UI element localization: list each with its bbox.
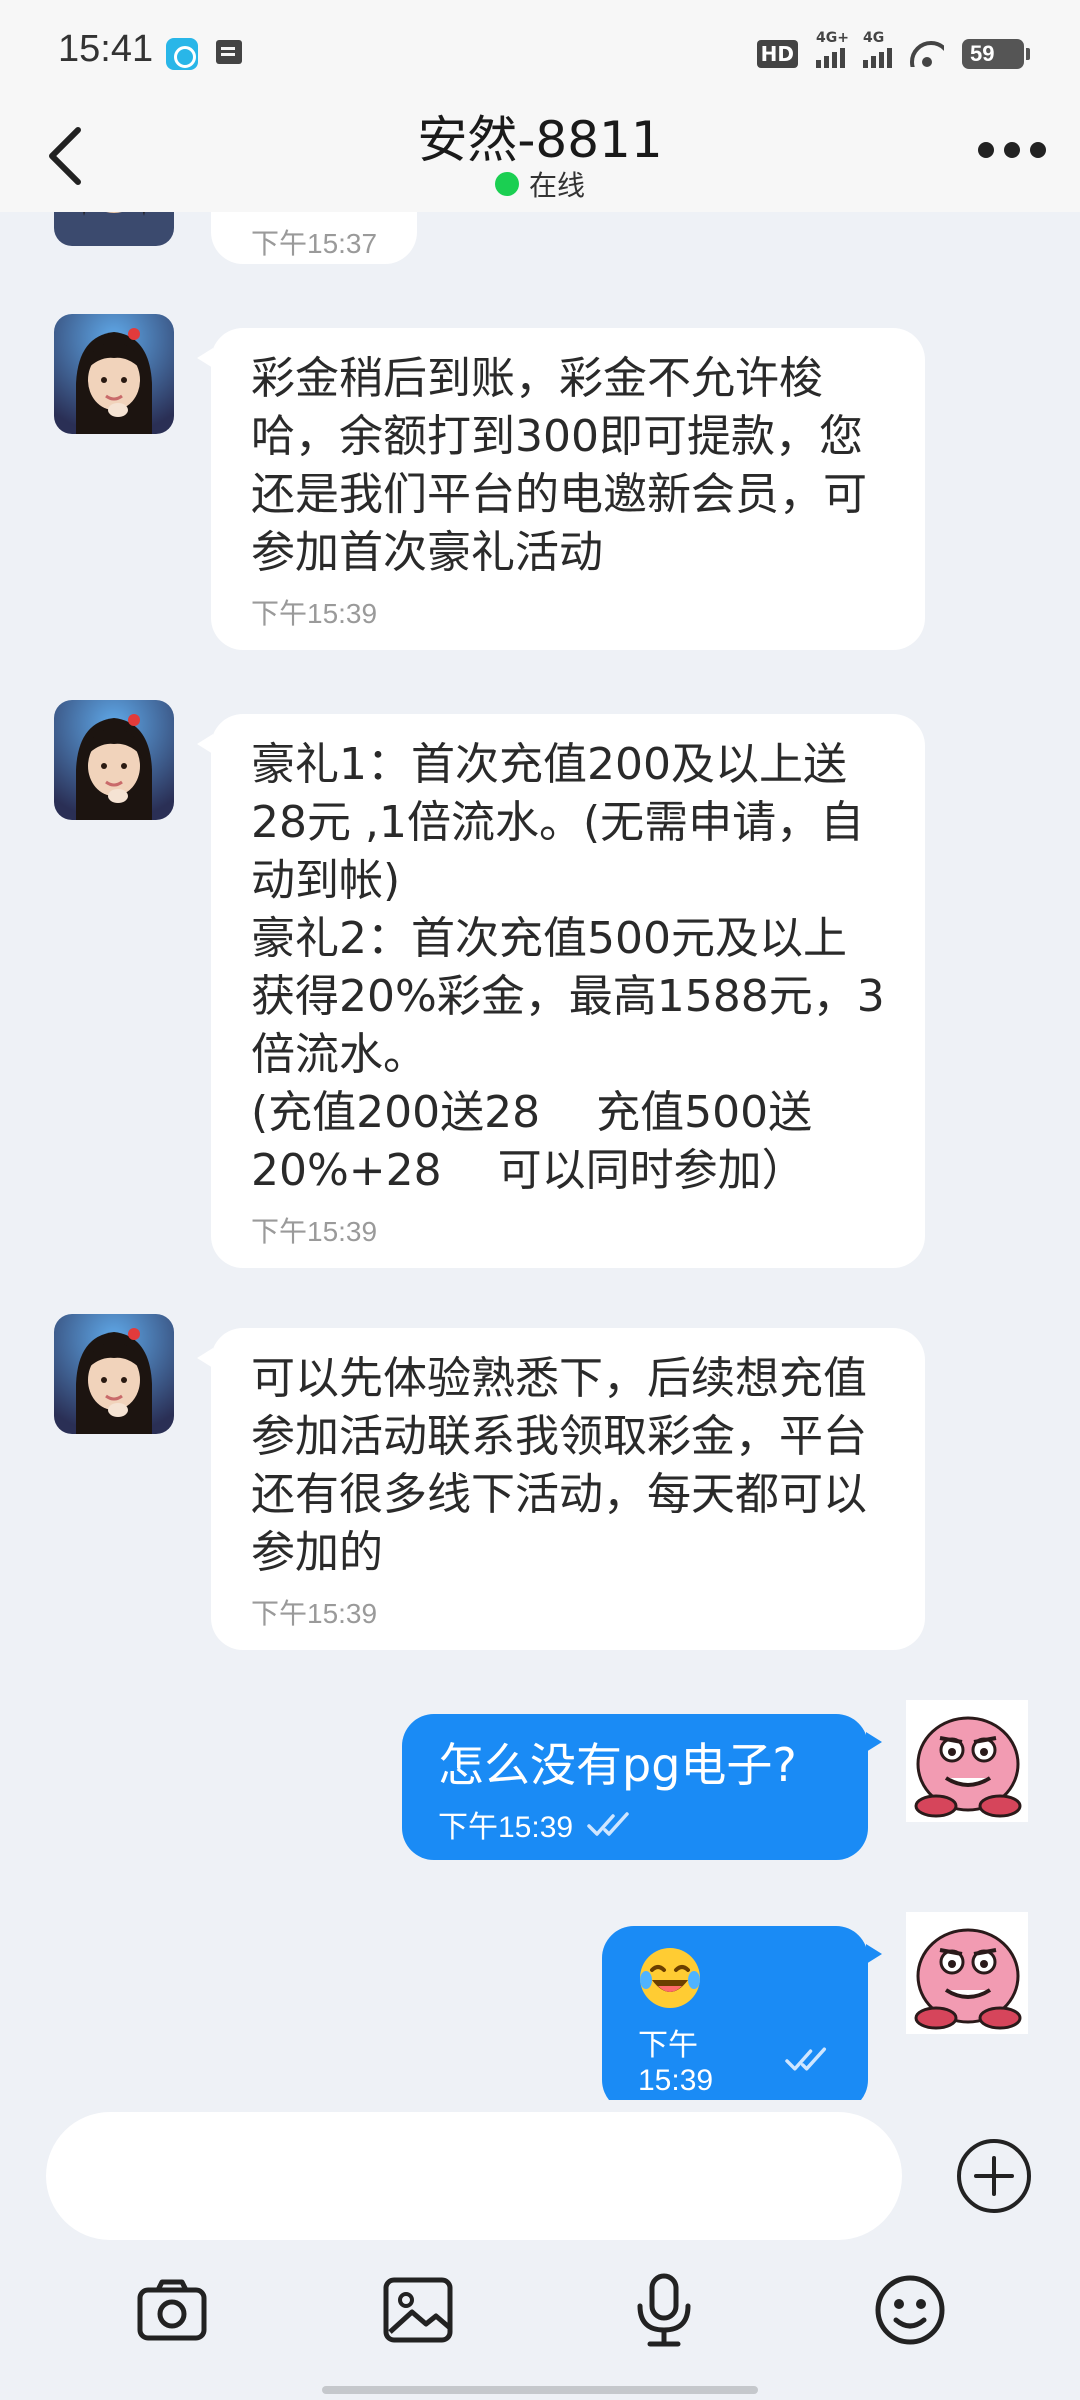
signal-icon: 4G+ — [816, 30, 849, 68]
online-status-label: 在线 — [528, 169, 585, 202]
status-bar: 15:41 HD 4G+ 4G 59 — [0, 0, 1080, 100]
voice-button[interactable] — [624, 2270, 704, 2350]
contact-avatar[interactable] — [54, 212, 174, 246]
camera-icon — [137, 2279, 207, 2341]
more-options-button[interactable] — [974, 130, 1050, 170]
emoji-icon — [875, 2275, 945, 2345]
message-bubble-incoming[interactable]: 彩金稍后到账，彩金不允许梭哈，余额打到300即可提款，您还是我们平台的电邀新会员… — [197, 328, 925, 650]
message-time: 下午15:39 — [251, 598, 378, 629]
online-status: 在线 — [0, 164, 1080, 204]
message-bubble-incoming[interactable]: 下午15:37 — [211, 212, 417, 264]
message-time: 下午15:39 — [251, 1216, 378, 1247]
chat-header: 安然-8811 在线 — [0, 100, 1080, 212]
gallery-button[interactable] — [378, 2270, 458, 2350]
message-text: 怎么没有pg电子? — [438, 1738, 797, 1792]
home-indicator[interactable] — [322, 2386, 758, 2394]
avatar-image — [54, 1314, 174, 1434]
contact-name[interactable]: 安然-8811 — [0, 100, 1080, 172]
double-check-icon — [785, 2047, 826, 2071]
avatar-image — [54, 314, 174, 434]
microphone-icon — [637, 2273, 691, 2347]
app-notification-icon — [166, 38, 198, 70]
laughing-emoji-icon — [640, 1948, 700, 2008]
avatar-image — [906, 1912, 1028, 2034]
double-check-icon — [587, 1812, 629, 1836]
message-time: 下午15:39 — [251, 1598, 378, 1629]
message-time: 下午15:39 — [438, 1811, 574, 1844]
message-text: 豪礼1：首次充值200及以上送28元 ,1倍流水。(无需申请，自动到帐) 豪礼2… — [251, 739, 885, 1196]
message-input[interactable] — [46, 2112, 902, 2240]
status-time: 15:41 — [58, 28, 154, 70]
message-bubble-outgoing[interactable]: 下午15:39 — [602, 1926, 882, 2100]
more-dot-icon — [1004, 142, 1020, 158]
wifi-icon — [910, 41, 944, 67]
signal-label-2: 4G — [863, 30, 885, 46]
add-attachment-button[interactable] — [954, 2136, 1034, 2216]
battery-icon: 59 — [962, 39, 1030, 69]
message-bubble-incoming[interactable]: 豪礼1：首次充值200及以上送28元 ,1倍流水。(无需申请，自动到帐) 豪礼2… — [197, 714, 925, 1268]
message-bubble-incoming[interactable]: 可以先体验熟悉下，后续想充值参加活动联系我领取彩金，平台还有很多线下活动，每天都… — [197, 1328, 925, 1650]
image-icon — [383, 2277, 453, 2343]
input-toolbar — [0, 2270, 1080, 2380]
message-time: 下午15:37 — [251, 228, 378, 259]
message-list[interactable]: 下午15:37 彩金稍后到账，彩金不允许梭哈，余额打到300即可提款，您还是我们… — [0, 212, 1080, 2100]
emoji-button[interactable] — [870, 2270, 950, 2350]
contact-avatar[interactable] — [54, 314, 174, 434]
contact-avatar[interactable] — [54, 1314, 174, 1434]
message-time: 下午15:39 — [638, 2029, 714, 2097]
status-indicators: HD 4G+ 4G 59 — [756, 30, 1030, 74]
message-notification-icon — [216, 40, 242, 64]
avatar-image — [54, 700, 174, 820]
signal-icon-2: 4G — [863, 30, 892, 68]
more-dot-icon — [978, 142, 994, 158]
my-avatar[interactable] — [906, 1700, 1028, 1822]
message-text: 可以先体验熟悉下，后续想充值参加活动联系我领取彩金，平台还有很多线下活动，每天都… — [251, 1353, 867, 1578]
more-dot-icon — [1030, 142, 1046, 158]
message-text: 彩金稍后到账，彩金不允许梭哈，余额打到300即可提款，您还是我们平台的电邀新会员… — [251, 353, 867, 578]
my-avatar[interactable] — [906, 1912, 1028, 2034]
avatar-image — [54, 212, 174, 246]
camera-button[interactable] — [132, 2270, 212, 2350]
hd-voice-icon: HD — [756, 40, 798, 68]
plus-icon — [957, 2139, 1031, 2213]
online-dot-icon — [494, 172, 519, 196]
contact-avatar[interactable] — [54, 700, 174, 820]
avatar-image — [906, 1700, 1028, 1822]
signal-label: 4G+ — [816, 30, 849, 46]
message-bubble-outgoing[interactable]: 怎么没有pg电子? 下午15:39 — [402, 1714, 882, 1860]
